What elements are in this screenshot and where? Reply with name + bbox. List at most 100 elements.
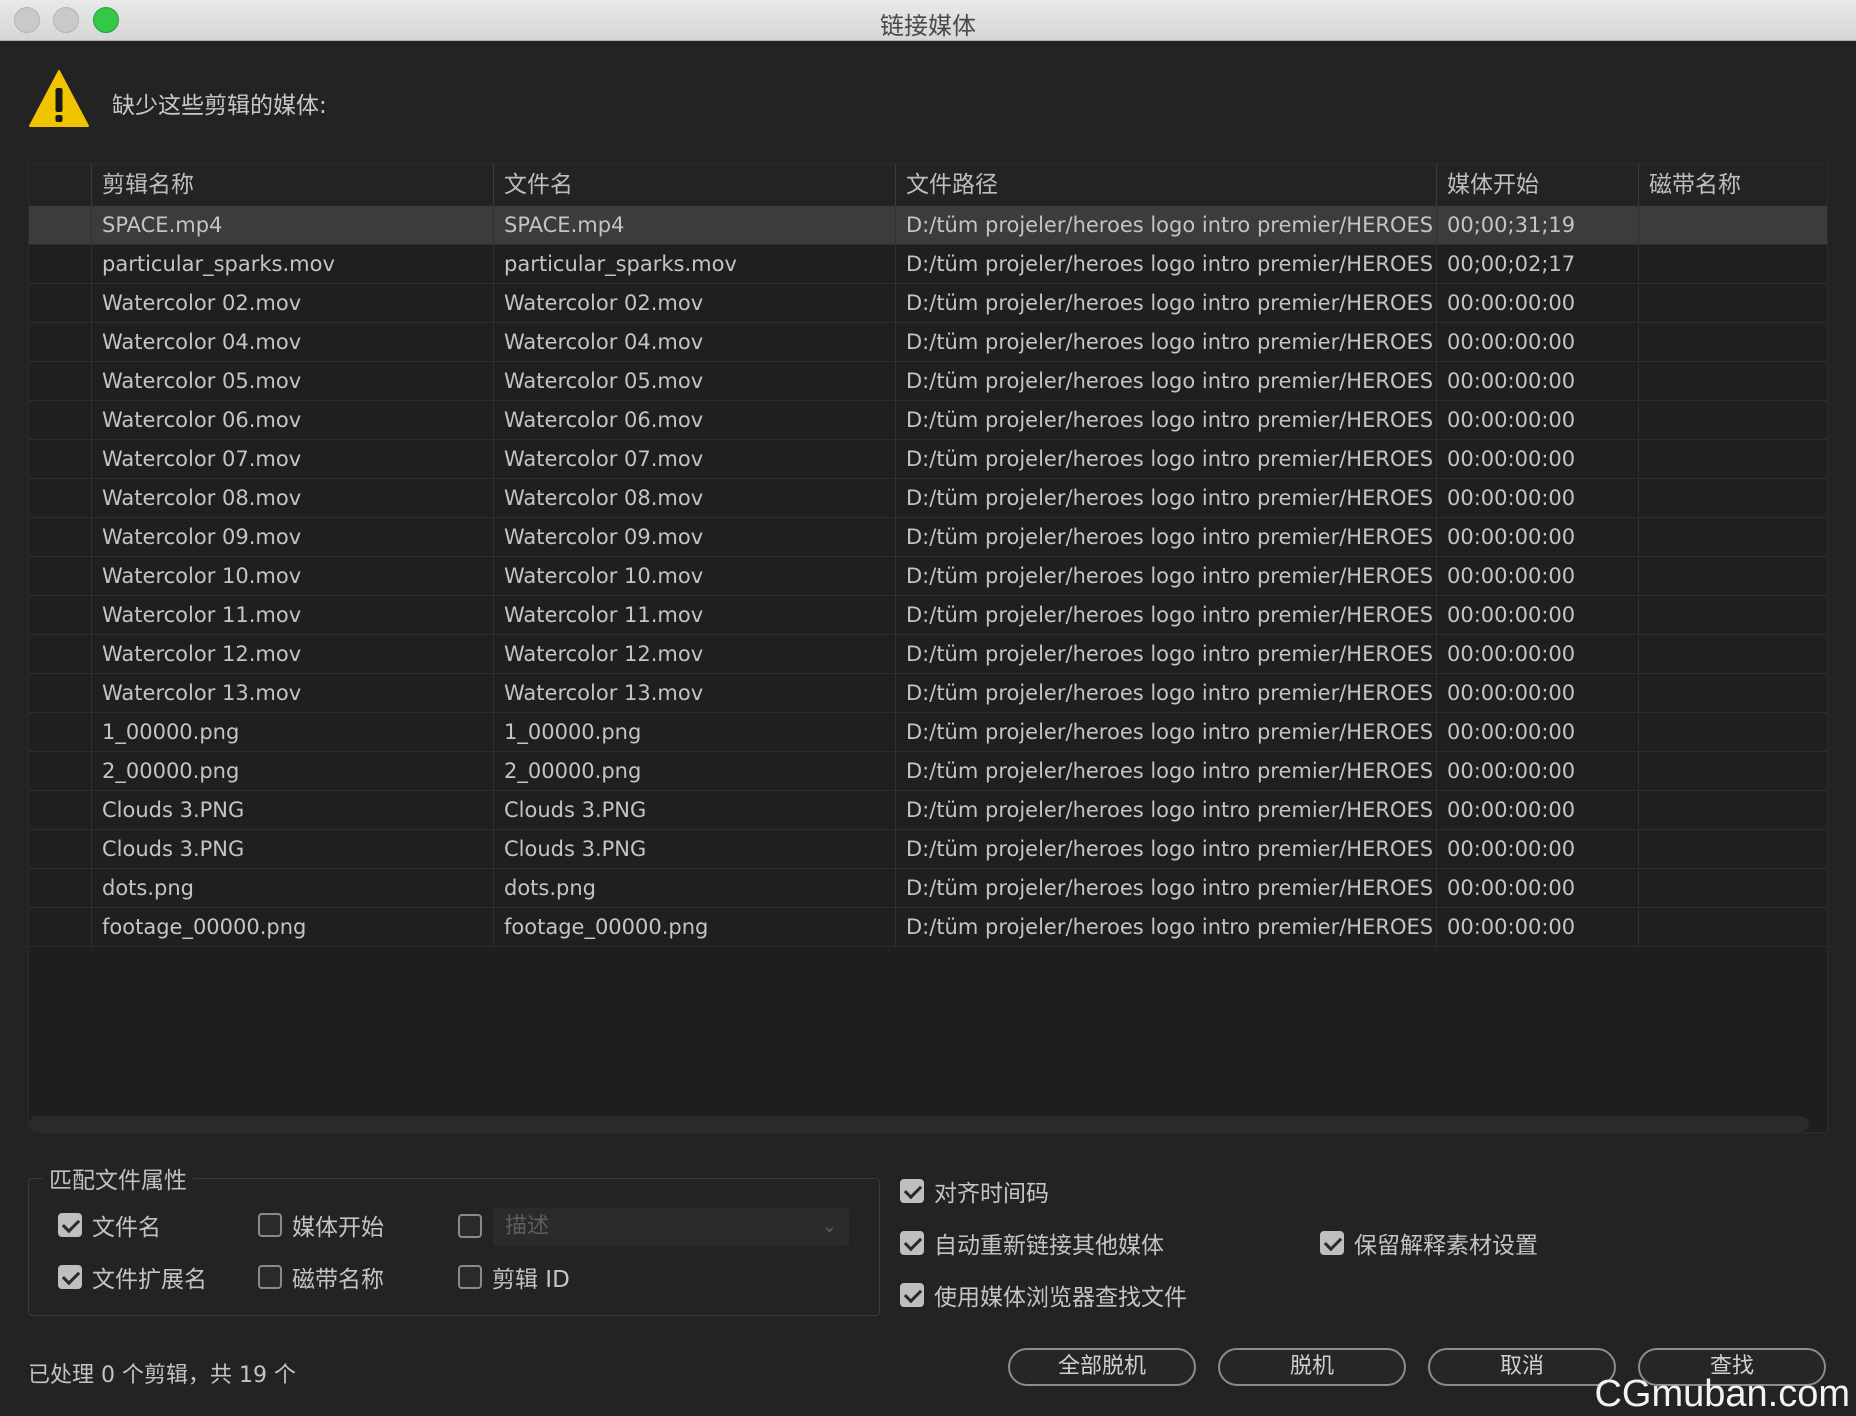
file-name-cell: 1_00000.png	[493, 713, 895, 751]
match-clip-id-checkbox[interactable]: 剪辑 ID	[458, 1260, 570, 1294]
file-path-cell: D:/tüm projeler/heroes logo intro premie…	[895, 635, 1436, 673]
table-row[interactable]: Watercolor 08.mov Watercolor 08.mov D:/tüm…	[29, 479, 1827, 518]
table-row[interactable]: dots.png dots.png D:/tüm projeler/heroes l…	[29, 869, 1827, 908]
column-header-file-path[interactable]: 文件路径	[895, 164, 1436, 206]
checkbox-description[interactable]	[458, 1214, 482, 1238]
table-row[interactable]: Watercolor 09.mov Watercolor 09.mov D:/tüm…	[29, 518, 1827, 557]
table-row[interactable]: Watercolor 12.mov Watercolor 12.mov D:/tüm…	[29, 635, 1827, 674]
media-start-cell: 00:00:00:00	[1436, 557, 1638, 595]
row-gutter	[29, 245, 91, 283]
checkbox-use-media-browser[interactable]	[900, 1283, 924, 1307]
match-file-name-checkbox[interactable]: 文件名	[58, 1208, 161, 1242]
table-row[interactable]: Watercolor 06.mov Watercolor 06.mov D:/tüm…	[29, 401, 1827, 440]
table-row[interactable]: Watercolor 02.mov Watercolor 02.mov D:/tüm…	[29, 284, 1827, 323]
table-row[interactable]: 2_00000.png 2_00000.png D:/tüm projeler/he…	[29, 752, 1827, 791]
file-name-cell: Watercolor 02.mov	[493, 284, 895, 322]
tape-name-cell	[1638, 362, 1827, 400]
file-path-cell: D:/tüm projeler/heroes logo intro premie…	[895, 245, 1436, 283]
checkbox-media-start[interactable]	[258, 1213, 282, 1237]
checkbox-align-timecode[interactable]	[900, 1179, 924, 1203]
table-row[interactable]: SPACE.mp4 SPACE.mp4 D:/tüm projeler/heroes…	[29, 206, 1827, 245]
clip-name-cell: 2_00000.png	[91, 752, 493, 790]
media-start-cell: 00:00:00:00	[1436, 479, 1638, 517]
file-name-cell: Watercolor 10.mov	[493, 557, 895, 595]
offline-all-button[interactable]: 全部脱机	[1008, 1348, 1196, 1386]
file-name-cell: Watercolor 08.mov	[493, 479, 895, 517]
clip-name-cell: Watercolor 10.mov	[91, 557, 493, 595]
column-header-tape-name[interactable]: 磁带名称	[1638, 164, 1827, 206]
tape-name-cell	[1638, 284, 1827, 322]
checkbox-clip-id[interactable]	[458, 1265, 482, 1289]
clip-name-cell: Clouds 3.PNG	[91, 791, 493, 829]
row-gutter	[29, 284, 91, 322]
tape-name-cell	[1638, 713, 1827, 751]
column-header-media-start[interactable]: 媒体开始	[1436, 164, 1638, 206]
clip-name-cell: Watercolor 12.mov	[91, 635, 493, 673]
tape-name-cell	[1638, 674, 1827, 712]
use-media-browser-option[interactable]: 使用媒体浏览器查找文件	[900, 1278, 1187, 1312]
clip-name-cell: Watercolor 06.mov	[91, 401, 493, 439]
clip-name-cell: Watercolor 11.mov	[91, 596, 493, 634]
file-path-cell: D:/tüm projeler/heroes logo intro premie…	[895, 284, 1436, 322]
auto-relink-label: 自动重新链接其他媒体	[934, 1233, 1164, 1259]
tape-name-cell	[1638, 791, 1827, 829]
match-media-start-checkbox[interactable]: 媒体开始	[258, 1208, 384, 1242]
row-gutter	[29, 635, 91, 673]
column-header-clip-name[interactable]: 剪辑名称	[91, 164, 493, 206]
auto-relink-option[interactable]: 自动重新链接其他媒体	[900, 1226, 1164, 1260]
file-path-cell: D:/tüm projeler/heroes logo intro premie…	[895, 713, 1436, 751]
checkbox-file-extension[interactable]	[58, 1265, 82, 1289]
status-text: 已处理 0 个剪辑，共 19 个	[28, 1363, 296, 1388]
column-header-file-name[interactable]: 文件名	[493, 164, 895, 206]
chevron-down-icon: ⌄	[821, 1216, 837, 1237]
row-gutter	[29, 830, 91, 868]
checkbox-preserve-interpret[interactable]	[1320, 1231, 1344, 1255]
match-tape-name-checkbox[interactable]: 磁带名称	[258, 1260, 384, 1294]
checkbox-file-name[interactable]	[58, 1213, 82, 1237]
tape-name-cell	[1638, 323, 1827, 361]
table-row[interactable]: Clouds 3.PNG Clouds 3.PNG D:/tüm projeler/…	[29, 830, 1827, 869]
table-row[interactable]: footage_00000.png footage_00000.png D:/tüm…	[29, 908, 1827, 947]
media-start-cell: 00:00:00:00	[1436, 908, 1638, 946]
clip-name-cell: Watercolor 05.mov	[91, 362, 493, 400]
file-path-cell: D:/tüm projeler/heroes logo intro premie…	[895, 908, 1436, 946]
file-path-cell: D:/tüm projeler/heroes logo intro premie…	[895, 518, 1436, 556]
clip-name-cell: Watercolor 09.mov	[91, 518, 493, 556]
table-header: 剪辑名称 文件名 文件路径 媒体开始 磁带名称	[29, 164, 1827, 206]
row-gutter	[29, 479, 91, 517]
preserve-interpret-option[interactable]: 保留解释素材设置	[1320, 1226, 1538, 1260]
tape-name-cell	[1638, 557, 1827, 595]
description-dropdown[interactable]: 描述 ⌄	[493, 1208, 849, 1246]
file-name-cell: particular_sparks.mov	[493, 245, 895, 283]
match-file-extension-checkbox[interactable]: 文件扩展名	[58, 1260, 207, 1294]
row-gutter	[29, 869, 91, 907]
file-path-cell: D:/tüm projeler/heroes logo intro premie…	[895, 830, 1436, 868]
checkbox-tape-name[interactable]	[258, 1265, 282, 1289]
table-row[interactable]: 1_00000.png 1_00000.png D:/tüm projeler/he…	[29, 713, 1827, 752]
table-row[interactable]: Watercolor 04.mov Watercolor 04.mov D:/tüm…	[29, 323, 1827, 362]
clip-name-cell: Clouds 3.PNG	[91, 830, 493, 868]
cancel-button[interactable]: 取消	[1428, 1348, 1616, 1386]
offline-button[interactable]: 脱机	[1218, 1348, 1406, 1386]
table-row[interactable]: Watercolor 11.mov Watercolor 11.mov D:/tüm…	[29, 596, 1827, 635]
table-row[interactable]: Watercolor 05.mov Watercolor 05.mov D:/tüm…	[29, 362, 1827, 401]
clip-id-label: 剪辑 ID	[492, 1267, 570, 1293]
table-row[interactable]: Watercolor 07.mov Watercolor 07.mov D:/tüm…	[29, 440, 1827, 479]
column-header-blank[interactable]	[29, 164, 91, 206]
window-title: 链接媒体	[880, 12, 976, 40]
row-gutter	[29, 791, 91, 829]
checkbox-auto-relink[interactable]	[900, 1231, 924, 1255]
table-row[interactable]: Clouds 3.PNG Clouds 3.PNG D:/tüm projeler/…	[29, 791, 1827, 830]
table-row[interactable]: Watercolor 13.mov Watercolor 13.mov D:/tüm…	[29, 674, 1827, 713]
tape-name-cell	[1638, 752, 1827, 790]
file-path-cell: D:/tüm projeler/heroes logo intro premie…	[895, 362, 1436, 400]
align-timecode-option[interactable]: 对齐时间码	[900, 1174, 1049, 1208]
tape-name-cell	[1638, 245, 1827, 283]
file-path-cell: D:/tüm projeler/heroes logo intro premie…	[895, 596, 1436, 634]
match-description-checkbox[interactable]	[458, 1214, 482, 1238]
clip-name-cell: SPACE.mp4	[91, 206, 493, 244]
horizontal-scrollbar[interactable]	[29, 1116, 1809, 1132]
missing-media-table[interactable]: 剪辑名称 文件名 文件路径 媒体开始 磁带名称 SPACE.mp4 SPACE.m…	[28, 163, 1828, 1133]
table-row[interactable]: particular_sparks.mov particular_sparks.m…	[29, 245, 1827, 284]
table-row[interactable]: Watercolor 10.mov Watercolor 10.mov D:/tüm…	[29, 557, 1827, 596]
